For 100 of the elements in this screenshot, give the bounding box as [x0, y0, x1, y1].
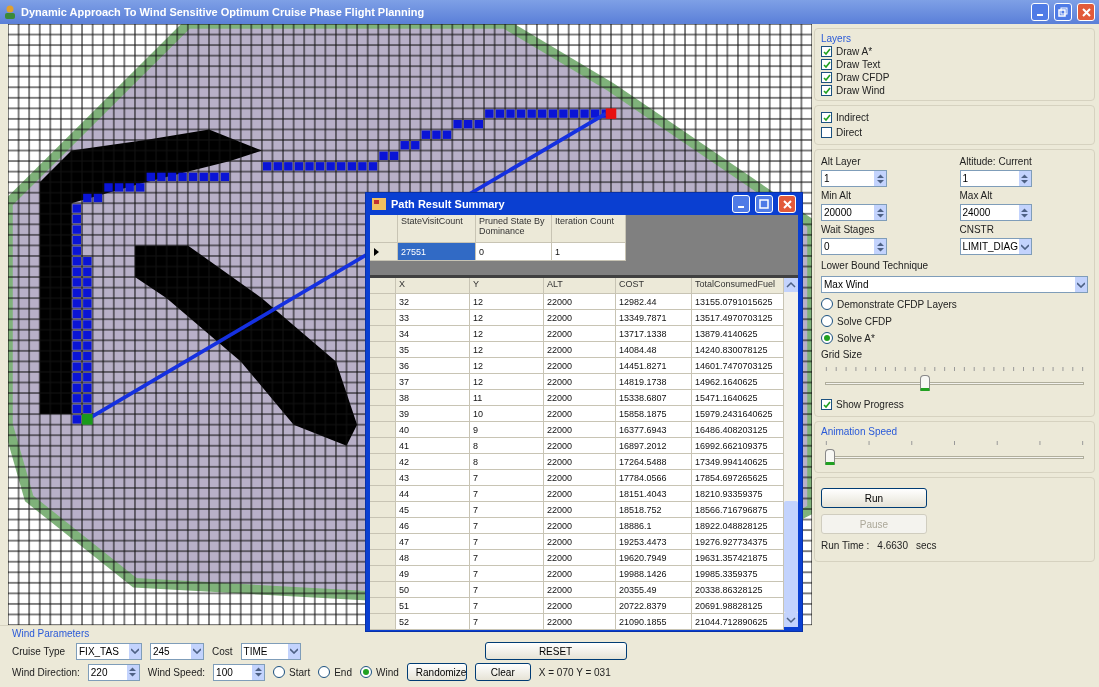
spin-field[interactable]: 100: [213, 663, 266, 681]
table-cell: 22000: [544, 598, 616, 614]
current-row-icon: [374, 247, 379, 256]
table-cell: 33: [396, 310, 470, 326]
path-cell: [590, 109, 600, 118]
dropdown[interactable]: 245: [150, 642, 204, 660]
radio-button[interactable]: Start: [273, 666, 311, 678]
table-cell: 17349.994140625: [692, 454, 784, 470]
table-cell: 17854.697265625: [692, 470, 784, 486]
dropdown-icon[interactable]: [287, 643, 300, 659]
spin-icon[interactable]: [126, 664, 139, 680]
spin-field[interactable]: 24000: [959, 204, 1032, 221]
column-header: TotalConsumedFuel: [692, 278, 784, 294]
table-cell: 13879.4140625: [692, 326, 784, 342]
scroll-down-icon[interactable]: [784, 613, 798, 627]
spin-field[interactable]: 220: [87, 663, 140, 681]
path-cell: [389, 151, 399, 160]
table-cell: 17784.0566: [616, 470, 692, 486]
minimize-button[interactable]: [732, 195, 750, 213]
path-cell: [72, 214, 81, 224]
dropdown-icon[interactable]: [1075, 277, 1087, 292]
slider-track[interactable]: [825, 448, 1084, 466]
table-cell: 22000: [544, 294, 616, 310]
dropdown[interactable]: LIMIT_DIAG: [959, 238, 1032, 255]
table-cell[interactable]: 1: [552, 243, 626, 261]
radio-button[interactable]: Solve CFDP: [821, 315, 1088, 327]
path-cell: [83, 351, 92, 361]
checkbox[interactable]: Indirect: [821, 112, 1088, 123]
spin-field[interactable]: 1: [821, 170, 887, 187]
spin-icon[interactable]: [252, 664, 265, 680]
clear-button[interactable]: Clear: [474, 663, 531, 681]
spin-icon[interactable]: [1018, 205, 1031, 220]
table-cell: 22000: [544, 422, 616, 438]
table-cell: 42: [396, 454, 470, 470]
table-cell: 7: [470, 582, 544, 598]
path-cell: [114, 183, 124, 192]
radio-button[interactable]: End: [318, 666, 352, 678]
scrollbar[interactable]: [784, 278, 798, 627]
dropdown[interactable]: Max Wind: [821, 276, 1088, 293]
checkbox[interactable]: Direct: [821, 127, 1088, 138]
slider-thumb[interactable]: [919, 375, 930, 391]
table-cell: 20722.8379: [616, 598, 692, 614]
path-cell: [136, 183, 145, 192]
slider-track[interactable]: [825, 374, 1084, 392]
spin-field[interactable]: 20000: [821, 204, 887, 221]
table-cell: 8: [470, 438, 544, 454]
radio-button[interactable]: Solve A*: [821, 332, 1088, 344]
dropdown[interactable]: TIME: [240, 642, 301, 660]
spin-field[interactable]: 0: [821, 238, 887, 255]
path-cell: [72, 383, 81, 392]
path-cell: [72, 299, 81, 308]
table-cell: 49: [396, 566, 470, 582]
table-cell: 22000: [544, 486, 616, 502]
table-cell: 32: [396, 294, 470, 310]
checkbox[interactable]: Show Progress: [821, 399, 1088, 410]
scroll-thumb[interactable]: [784, 500, 798, 613]
checkbox[interactable]: Draw Wind: [821, 85, 1088, 96]
dropdown-icon[interactable]: [129, 643, 141, 659]
reset-button[interactable]: RESET: [484, 642, 627, 660]
spin-icon[interactable]: [874, 239, 886, 254]
close-button[interactable]: [1077, 3, 1095, 21]
dropdown-icon[interactable]: [1018, 239, 1031, 254]
checkbox[interactable]: Draw CFDP: [821, 72, 1088, 83]
close-button[interactable]: [778, 195, 796, 213]
table-cell: 21044.712890625: [692, 614, 784, 630]
maximize-icon: [759, 199, 769, 209]
table-cell: 7: [470, 566, 544, 582]
randomize-button[interactable]: Randomize: [406, 663, 467, 681]
dropdown-icon[interactable]: [191, 643, 203, 659]
table-cell[interactable]: 27551: [398, 243, 476, 261]
table-cell: 34: [396, 326, 470, 342]
scroll-up-icon[interactable]: [784, 278, 798, 292]
run-button[interactable]: Run: [821, 488, 927, 508]
spin-icon[interactable]: [1018, 171, 1031, 186]
restore-button[interactable]: [1054, 3, 1072, 21]
minimize-button[interactable]: [1031, 3, 1049, 21]
path-cell: [72, 235, 81, 245]
field-label: CNSTR: [959, 224, 994, 235]
radio-button[interactable]: Demonstrate CFDP Layers: [821, 298, 1088, 310]
checkbox[interactable]: Draw Text: [821, 59, 1088, 70]
spin-field[interactable]: 1: [959, 170, 1032, 187]
column-header: X: [396, 278, 470, 294]
table-cell: 22000: [544, 550, 616, 566]
table-cell[interactable]: 0: [476, 243, 552, 261]
table-cell: 37: [396, 374, 470, 390]
table-cell: 43: [396, 470, 470, 486]
radio-button[interactable]: Wind: [360, 666, 399, 678]
label: Run Time :: [821, 540, 870, 551]
table-cell: 35: [396, 342, 470, 358]
dropdown[interactable]: FIX_TAS: [76, 642, 142, 660]
spin-icon[interactable]: [874, 171, 886, 186]
row-header: [370, 486, 396, 502]
path-cell: [72, 341, 81, 350]
slider-thumb[interactable]: [825, 449, 835, 465]
checkbox[interactable]: Draw A*: [821, 46, 1088, 57]
maximize-button[interactable]: [755, 195, 773, 213]
goal-marker: [605, 108, 617, 119]
spin-icon[interactable]: [874, 205, 886, 220]
path-cell: [167, 172, 177, 182]
start-marker: [82, 414, 93, 425]
